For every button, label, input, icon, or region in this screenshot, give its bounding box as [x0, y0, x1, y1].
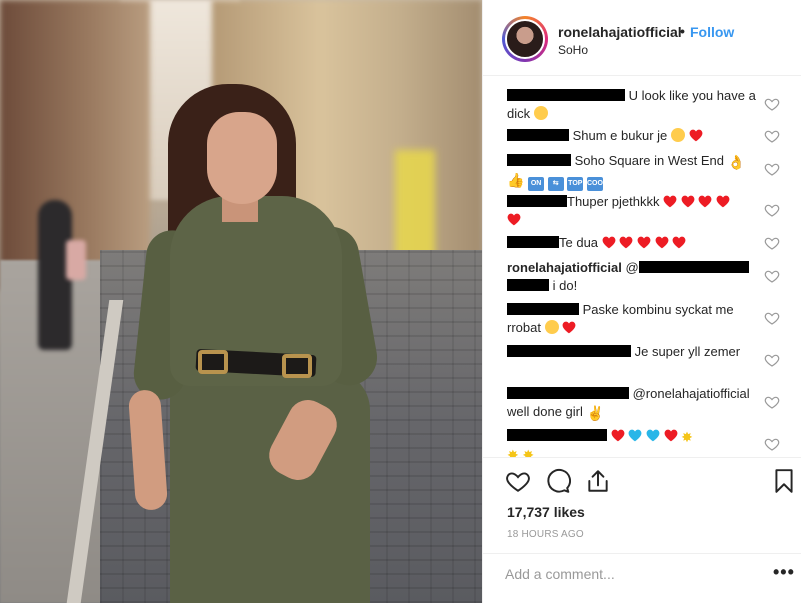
avatar[interactable] — [505, 19, 545, 59]
post-timestamp: 18 HOURS AGO — [507, 529, 584, 540]
like-comment-icon[interactable] — [764, 96, 780, 112]
emoji-heart-eyes-icon — [544, 320, 559, 334]
emoji-blue-heart-icon — [628, 429, 642, 442]
emoji-sparkle-icon: ✸ — [522, 447, 535, 457]
share-icon[interactable] — [585, 468, 611, 494]
like-comment-icon[interactable] — [764, 268, 780, 284]
emoji-arrows-icon: ⇆ — [547, 177, 564, 191]
emoji-heart-icon — [664, 429, 678, 442]
post-location[interactable]: SoHo — [558, 43, 588, 57]
emoji-heart-icon — [689, 129, 703, 142]
comment-text: Thuper pjethkkk — [567, 194, 660, 209]
emoji-cool-icon: COOL — [586, 177, 607, 191]
like-comment-icon[interactable] — [764, 161, 780, 177]
comment-text: Shum e bukur je — [569, 128, 668, 143]
woman-legs — [170, 370, 370, 603]
heart-icon[interactable] — [505, 468, 531, 494]
like-comment-icon[interactable] — [764, 394, 780, 410]
emoji-heart-icon — [619, 236, 633, 249]
emoji-face-icon — [533, 106, 548, 120]
photo-woman — [0, 0, 482, 603]
emoji-face-icon — [670, 128, 685, 142]
comment-item: Soho Square in West End 👌 👍 ON ⇆ TOP COO… — [507, 152, 757, 191]
like-comment-icon[interactable] — [764, 436, 780, 452]
like-comment-icon[interactable] — [764, 128, 780, 144]
emoji-sparkle-icon: ✸ — [507, 447, 519, 457]
belt-buckle — [282, 354, 312, 378]
bookmark-icon[interactable] — [771, 468, 797, 494]
redacted-mention[interactable] — [638, 261, 749, 273]
emoji-heart-icon — [716, 195, 730, 208]
emoji-top-icon: TOP — [567, 177, 584, 191]
more-options-button[interactable]: ••• — [773, 562, 795, 583]
comment-icon[interactable] — [545, 468, 571, 494]
comment-item: U look like you have a dick — [507, 87, 757, 123]
comment-item: ronelahajatiofficial @ i do! — [507, 259, 757, 295]
emoji-victory-hand-icon: ✌ — [586, 405, 604, 421]
emoji-sparkle-icon: ✸ — [681, 429, 693, 445]
comment-text: @ — [621, 260, 639, 275]
comment-list[interactable]: U look like you have a dick Shum e bukur… — [483, 77, 801, 457]
comment-text: Soho Square in West End — [571, 153, 724, 168]
comment-item: ✸ ✸ ✸ — [507, 427, 757, 457]
emoji-heart-icon — [637, 236, 651, 249]
emoji-heart-icon — [611, 429, 625, 442]
comment-item: Paske kombinu syckat me rrobat — [507, 301, 757, 337]
redacted-username[interactable] — [507, 345, 631, 357]
emoji-on-icon: ON — [528, 177, 545, 191]
emoji-thumbs-up-icon: 👍 — [507, 172, 525, 188]
comment-item: Te dua — [507, 234, 757, 252]
redacted-username[interactable] — [507, 89, 625, 101]
comment-text: Te dua — [559, 235, 602, 250]
belt-buckle — [198, 350, 228, 374]
redacted-username[interactable] — [507, 129, 569, 141]
emoji-heart-icon — [507, 213, 521, 226]
emoji-blue-heart-icon — [646, 429, 660, 442]
avatar-story-ring[interactable] — [502, 16, 548, 62]
like-comment-icon[interactable] — [764, 202, 780, 218]
add-comment-input[interactable] — [505, 564, 755, 584]
redacted-username[interactable] — [507, 236, 559, 248]
redacted-username[interactable] — [507, 303, 579, 315]
emoji-heart-icon — [681, 195, 695, 208]
comment-text: i do! — [552, 278, 578, 293]
comment-item: @ronelahajatiofficial well done girl ✌ — [507, 385, 757, 421]
likes-count[interactable]: 17,737 likes — [507, 504, 585, 520]
comment-item: Shum e bukur je — [507, 127, 757, 145]
redacted-username[interactable] — [507, 195, 567, 207]
comment-text: Je super yll zemer — [631, 344, 741, 359]
like-comment-icon[interactable] — [764, 235, 780, 251]
post-actions: 17,737 likes 18 HOURS AGO ••• — [483, 457, 801, 587]
emoji-heart-icon — [655, 236, 669, 249]
comment-item: Thuper pjethkkk — [507, 193, 757, 229]
woman-face — [207, 112, 277, 204]
comment-item: Je super yll zemer — [507, 343, 757, 361]
like-comment-icon[interactable] — [764, 352, 780, 368]
post-username[interactable]: ronelahajatiofficial — [558, 24, 682, 40]
emoji-heart-icon — [602, 236, 616, 249]
post-photo[interactable] — [0, 0, 482, 603]
redacted-username[interactable] — [507, 387, 629, 399]
emoji-heart-icon — [663, 195, 677, 208]
redacted-username[interactable] — [507, 429, 607, 441]
post-side-panel: ronelahajatiofficial • Follow SoHo U loo… — [482, 0, 801, 603]
woman-forearm-left — [127, 389, 169, 511]
emoji-heart-icon — [562, 321, 576, 334]
redacted-mention[interactable] — [507, 279, 549, 291]
add-comment-bar: ••• — [483, 553, 801, 603]
follow-button[interactable]: Follow — [690, 24, 734, 40]
redacted-username[interactable] — [507, 154, 571, 166]
emoji-hand-icon: 👌 — [727, 154, 746, 170]
emoji-heart-icon — [672, 236, 686, 249]
like-comment-icon[interactable] — [764, 310, 780, 326]
header-dot-separator: • — [680, 23, 685, 39]
post-header: ronelahajatiofficial • Follow SoHo — [483, 0, 801, 76]
emoji-heart-icon — [698, 195, 712, 208]
comment-username[interactable]: ronelahajatiofficial — [507, 260, 622, 275]
